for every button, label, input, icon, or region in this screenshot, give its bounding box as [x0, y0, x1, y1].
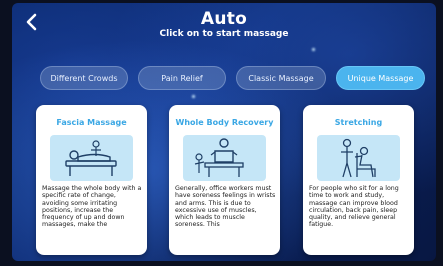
device-frame: Auto Click on to start massage Different…: [0, 0, 443, 266]
card-description: Massage the whole body with a specific r…: [42, 185, 142, 229]
program-card-whole-body-recovery[interactable]: Whole Body Recovery Generally, office wo…: [169, 105, 280, 255]
seated-massage-icon: [194, 138, 244, 177]
page-subtitle: Click on to start massage: [159, 29, 289, 39]
card-title: Fascia Massage: [56, 118, 127, 127]
card-title: Stretching: [334, 118, 383, 127]
category-tabs: Different Crowds Pain Relief Classic Mas…: [40, 66, 425, 92]
reclining-massage-icon: [65, 140, 117, 176]
page-title: Auto: [200, 9, 248, 29]
tab-different-crowds[interactable]: Different Crowds: [40, 66, 128, 90]
card-illustration: [183, 135, 266, 181]
card-description: For people who sit for a long time to wo…: [309, 185, 399, 229]
tab-classic-massage[interactable]: Classic Massage: [236, 66, 326, 90]
program-card-stretching[interactable]: Stretching For people who sit for a long…: [303, 105, 414, 255]
tab-unique-massage[interactable]: Unique Massage: [336, 66, 425, 90]
card-illustration: [50, 135, 133, 181]
program-card-fascia-massage[interactable]: Fascia Massage Massage the whole body wi…: [36, 105, 147, 255]
sparkle: [192, 95, 195, 98]
stretching-chair-icon: [341, 138, 376, 178]
card-title: Whole Body Recovery: [175, 118, 274, 127]
card-illustration: [317, 135, 400, 181]
auto-mode-screen: Auto Click on to start massage Different…: [12, 3, 436, 261]
card-description: Generally, office workers must have sore…: [175, 185, 276, 229]
tab-pain-relief[interactable]: Pain Relief: [138, 66, 226, 90]
sparkle: [312, 48, 315, 51]
